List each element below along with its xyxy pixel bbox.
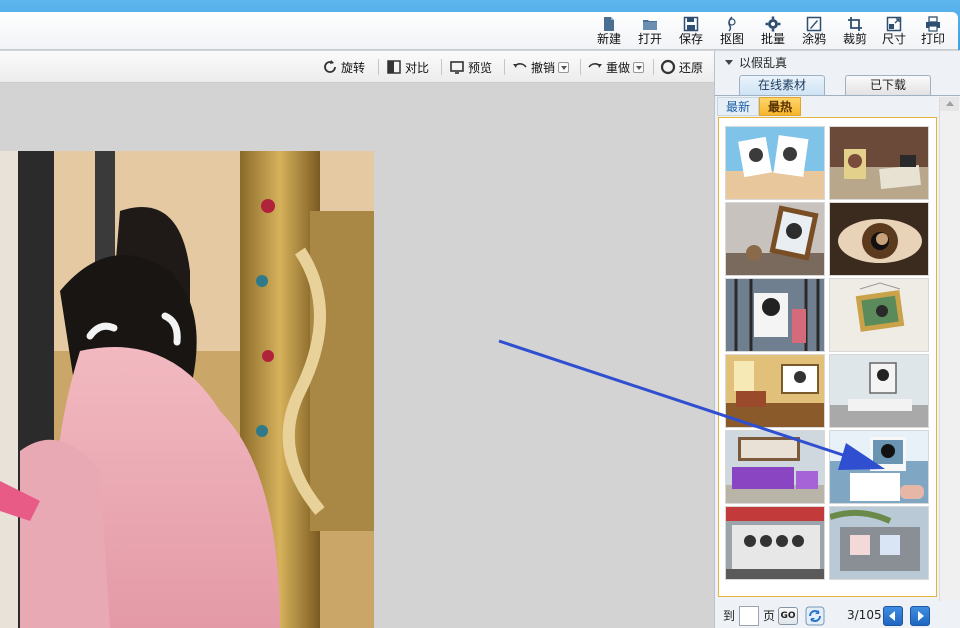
size-button[interactable]: 尺寸 (874, 16, 914, 50)
thumbnail-grid (718, 117, 937, 597)
folder-icon (643, 20, 657, 30)
page-label: 页 (763, 609, 776, 623)
vertical-scrollbar[interactable] (939, 97, 959, 601)
thumbnail-sofa-room[interactable] (725, 430, 825, 504)
undo-button[interactable]: 撤销 (512, 58, 570, 76)
thumbnail-bedroom[interactable] (829, 354, 929, 428)
cutout-icon (728, 16, 736, 32)
next-page-button[interactable] (910, 606, 930, 626)
main-toolbar: 新建 打开 保存 抠图 批量 涂鸦 裁剪 尺寸 打印 (0, 12, 958, 50)
material-panel: 以假乱真 在线素材 已下载 最新 最热 到 页 GO 3/105 (714, 51, 960, 628)
crop-icon (848, 17, 862, 31)
tab-divider (715, 95, 960, 96)
photo-content (0, 151, 374, 628)
cutout-button[interactable]: 抠图 (712, 16, 752, 50)
thumbnail-hand-photo[interactable] (829, 430, 929, 504)
restore-button[interactable]: 还原 (660, 58, 703, 76)
subtab-hottest[interactable]: 最热 (759, 97, 802, 116)
refresh-icon[interactable] (805, 606, 825, 626)
prev-page-button[interactable] (883, 606, 903, 626)
resize-icon (886, 16, 902, 32)
rotate-icon (324, 60, 336, 73)
page-number-input[interactable] (739, 606, 759, 626)
edited-photo (0, 151, 374, 628)
thumbnail-hanging-frame[interactable] (829, 278, 929, 352)
new-file-icon (604, 17, 614, 31)
thumbnail-living-room[interactable] (725, 354, 825, 428)
separator (378, 59, 379, 75)
sort-tabs: 最新 最热 (717, 97, 802, 117)
go-button[interactable]: GO (778, 607, 798, 625)
collapse-triangle-icon[interactable] (725, 59, 733, 65)
compare-button[interactable]: 对比 (386, 58, 429, 76)
restore-icon (660, 59, 676, 75)
batch-button[interactable]: 批量 (753, 16, 793, 50)
thumbnail-shop-front[interactable] (725, 506, 825, 580)
separator (504, 59, 505, 75)
save-button[interactable]: 保存 (671, 16, 711, 50)
panel-header[interactable]: 以假乱真 (715, 51, 960, 73)
thumbnail-street[interactable] (725, 278, 825, 352)
thumbnail-camera-desk[interactable] (829, 126, 929, 200)
separator (441, 59, 442, 75)
rotate-button[interactable]: 旋转 (322, 58, 365, 76)
tab-downloaded[interactable]: 已下载 (845, 75, 931, 95)
arrow-right-icon (918, 611, 924, 621)
title-bar: 新建 打开 保存 抠图 批量 涂鸦 裁剪 尺寸 打印 (0, 0, 960, 50)
preview-icon (450, 61, 464, 74)
separator (653, 59, 654, 75)
subtab-newest[interactable]: 最新 (717, 97, 760, 116)
printer-icon (926, 16, 940, 32)
image-canvas[interactable] (0, 84, 714, 628)
thumbnail-eye[interactable] (829, 202, 929, 276)
thumbnail-street-scene[interactable] (829, 506, 929, 580)
thumbnail-photo-book[interactable] (725, 126, 825, 200)
undo-dropdown[interactable] (558, 61, 570, 73)
goto-label: 到 (723, 609, 736, 623)
edit-toolbar: 旋转 对比 预览 撤销 重做 还原 (0, 51, 714, 83)
tab-online-materials[interactable]: 在线素材 (739, 75, 825, 95)
redo-button[interactable]: 重做 (587, 58, 645, 76)
undo-icon (513, 63, 527, 68)
gear-icon (765, 16, 781, 32)
pagination: 到 页 GO 3/105 (715, 604, 960, 628)
brush-icon (806, 16, 822, 32)
redo-dropdown[interactable] (633, 61, 645, 73)
crop-button[interactable]: 裁剪 (835, 16, 875, 50)
arrow-left-icon (889, 611, 895, 621)
separator (580, 59, 581, 75)
open-button[interactable]: 打开 (630, 16, 670, 50)
compare-icon (387, 60, 401, 74)
save-icon (683, 16, 699, 32)
thumbnail-photo-frame[interactable] (725, 202, 825, 276)
doodle-button[interactable]: 涂鸦 (794, 16, 834, 50)
panel-title: 以假乱真 (739, 55, 788, 70)
preview-button[interactable]: 预览 (449, 58, 492, 76)
page-counter: 3/105 (847, 608, 882, 622)
scroll-up-arrow-icon[interactable] (940, 97, 959, 111)
new-button[interactable]: 新建 (589, 16, 629, 50)
print-button[interactable]: 打印 (913, 16, 953, 50)
redo-icon (588, 63, 602, 68)
